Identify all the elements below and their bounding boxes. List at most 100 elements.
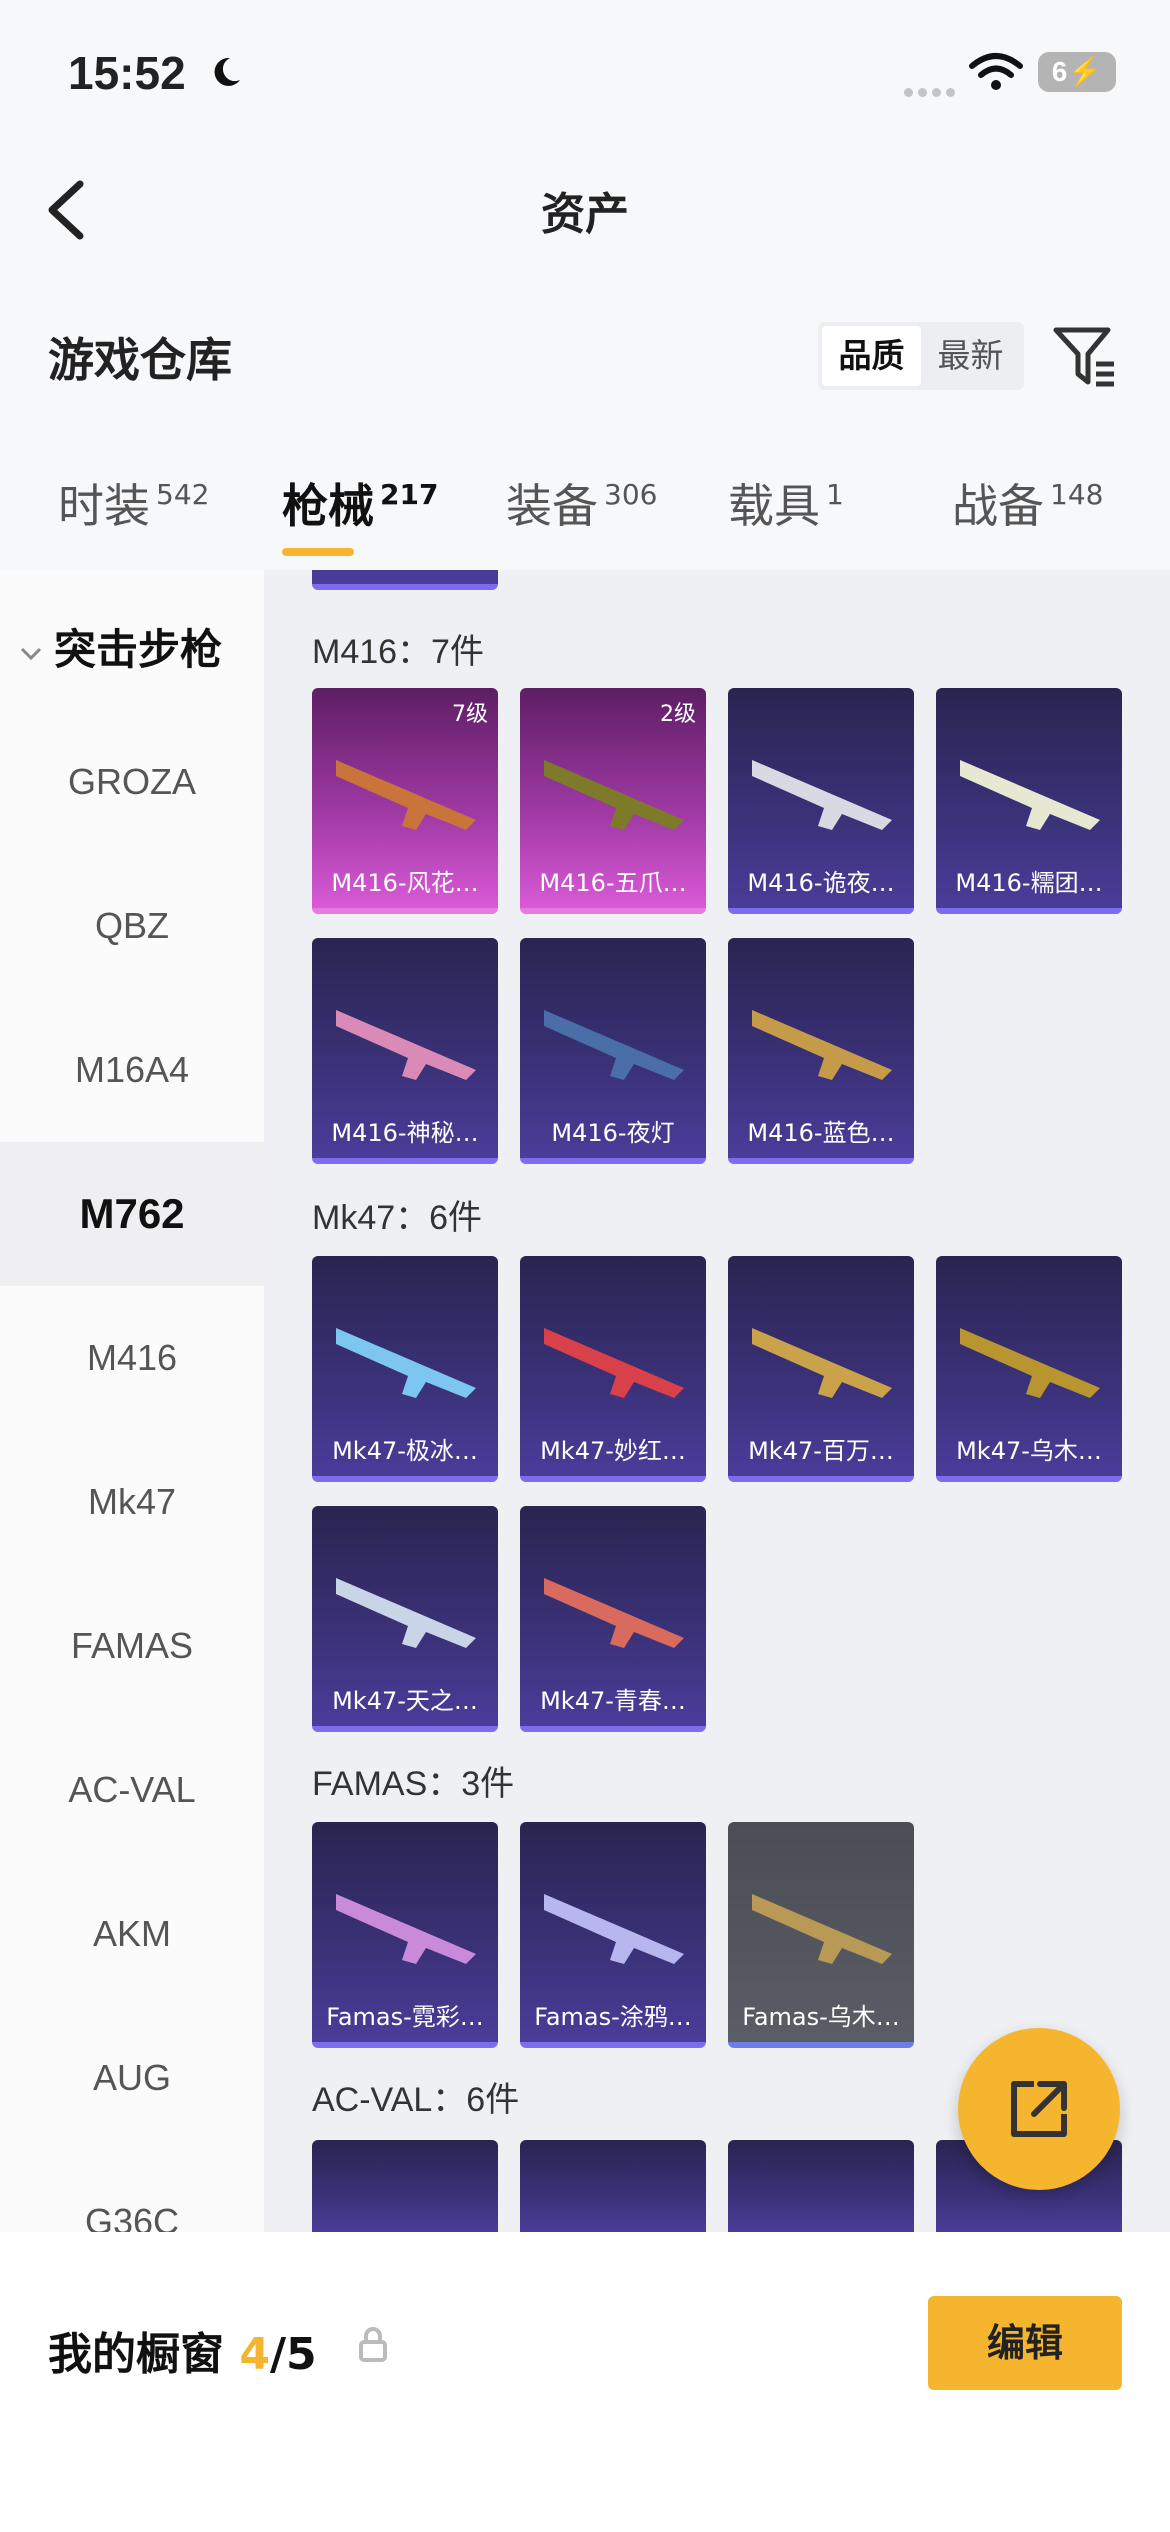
weapon-card[interactable] [520, 2140, 706, 2232]
showcase-bar: 我的橱窗 4/5 编辑 [0, 2232, 1170, 2532]
rifle-icon [336, 1010, 476, 1080]
weapon-card[interactable]: 2级 M416-五爪… [520, 688, 706, 914]
weapon-name: Mk47-极冰… [332, 1437, 478, 1465]
weapon-card[interactable]: M416-夜灯 [520, 938, 706, 1164]
wifi-icon [969, 53, 1023, 90]
tab-firearms[interactable]: 枪械 217 [282, 470, 438, 536]
weapon-card[interactable]: M416-神秘… [312, 938, 498, 1164]
tab-count: 306 [604, 478, 658, 511]
level-badge: 2级 [660, 702, 696, 727]
weapon-type-sidebar: 突击步枪 GROZA QBZ M16A4 M762 M416 Mk47 FAMA… [0, 570, 264, 2232]
weapon-card[interactable]: Mk47-极冰… [312, 1256, 498, 1482]
weapon-card[interactable]: Mk47-青春… [520, 1506, 706, 1732]
filter-icon[interactable] [1052, 324, 1118, 390]
showcase-label: 我的橱窗 4/5 [48, 2318, 317, 2382]
tab-label: 枪械 [282, 479, 374, 533]
active-tab-indicator [282, 548, 354, 556]
rifle-icon [544, 1894, 684, 1964]
sidebar-item-akm[interactable]: AKM [0, 1862, 264, 2006]
status-time: 15:52 [68, 47, 186, 99]
showcase-title: 我的橱窗 [48, 2329, 224, 2380]
warehouse-title: 游戏仓库 [48, 333, 232, 387]
status-bar: 15:52 6⚡ [0, 0, 1170, 140]
sidebar-item-qbz[interactable]: QBZ [0, 854, 264, 998]
weapon-card[interactable]: M416-蓝色… [728, 938, 914, 1164]
weapon-name: Mk47-青春… [540, 1687, 686, 1715]
weapon-name: Mk47-乌木… [956, 1437, 1102, 1465]
rifle-icon [960, 1328, 1100, 1398]
share-button[interactable] [958, 2028, 1120, 2190]
tab-count: 1 [826, 478, 844, 511]
weapon-card[interactable]: 7级 M416-风花… [312, 688, 498, 914]
sidebar-item-aug[interactable]: AUG [0, 2006, 264, 2150]
rifle-icon [336, 1894, 476, 1964]
tab-label: 载具 [728, 479, 820, 533]
sort-toggle: 品质 最新 [818, 322, 1024, 390]
weapon-name: Famas-乌木… [742, 2003, 900, 2031]
weapon-name: M416-蓝色… [747, 1119, 895, 1147]
battery-level: 6 [1051, 56, 1068, 87]
weapon-name: M416-风花… [331, 869, 479, 897]
sidebar-item-m16a4[interactable]: M16A4 [0, 998, 264, 1142]
sidebar-item-g36c[interactable]: G36C [0, 2150, 264, 2232]
weapon-name: Famas-涂鸦… [534, 2003, 692, 2031]
category-label: 突击步枪 [54, 625, 223, 674]
rifle-icon [752, 1328, 892, 1398]
level-badge: 7级 [452, 702, 488, 727]
weapon-name: M416-夜灯 [551, 1119, 675, 1147]
weapon-card[interactable]: Mk47-妙红… [520, 1256, 706, 1482]
category-header[interactable]: 突击步枪 [18, 616, 222, 677]
group-title-mk47: Mk47：6件 [312, 1199, 483, 1237]
weapon-name: Mk47-妙红… [540, 1437, 686, 1465]
rifle-icon [752, 1894, 892, 1964]
showcase-total: /5 [269, 2329, 317, 2380]
weapon-card[interactable]: M416-糯团… [936, 688, 1122, 914]
signal-icon [904, 82, 960, 101]
sidebar-item-groza[interactable]: GROZA [0, 710, 264, 854]
tab-label: 时装 [58, 479, 150, 533]
tab-count: 217 [380, 478, 439, 511]
sidebar-item-famas[interactable]: FAMAS [0, 1574, 264, 1718]
weapon-card[interactable]: Famas-涂鸦… [520, 1822, 706, 2048]
weapon-name: Famas-霓彩… [326, 2003, 484, 2031]
sidebar-item-m416[interactable]: M416 [0, 1286, 264, 1430]
nav-header: 资产 [0, 150, 1170, 260]
showcase-current: 4 [239, 2329, 270, 2380]
sort-latest-button[interactable]: 最新 [921, 326, 1020, 386]
tab-vehicles[interactable]: 载具 1 [728, 470, 844, 536]
weapon-card[interactable] [728, 2140, 914, 2232]
weapon-card[interactable]: M416-诡夜… [728, 688, 914, 914]
weapon-card-partial[interactable] [312, 570, 498, 590]
rifle-icon [336, 1578, 476, 1648]
sidebar-item-mk47[interactable]: Mk47 [0, 1430, 264, 1574]
rifle-icon [544, 1010, 684, 1080]
tab-count: 542 [156, 478, 210, 511]
weapon-name: M416-神秘… [331, 1119, 479, 1147]
rifle-icon [336, 760, 476, 830]
rifle-icon [544, 760, 684, 830]
weapon-card[interactable]: Mk47-天之… [312, 1506, 498, 1732]
weapon-card[interactable]: Famas-乌木… [728, 1822, 914, 2048]
battery-icon: 6⚡ [1038, 52, 1116, 92]
edit-button[interactable]: 编辑 [928, 2296, 1122, 2390]
tab-supplies[interactable]: 战备 148 [952, 470, 1103, 536]
rifle-icon [960, 760, 1100, 830]
sort-quality-button[interactable]: 品质 [822, 326, 921, 386]
weapon-name: M416-糯团… [955, 869, 1103, 897]
group-title-m416: M416：7件 [312, 633, 484, 671]
group-title-famas: FAMAS：3件 [312, 1765, 515, 1803]
sidebar-item-ac-val[interactable]: AC-VAL [0, 1718, 264, 1862]
weapon-card[interactable]: Famas-霓彩… [312, 1822, 498, 2048]
weapon-card[interactable] [312, 2140, 498, 2232]
chevron-down-icon [20, 647, 42, 660]
sidebar-item-m762[interactable]: M762 [0, 1142, 264, 1286]
tab-fashion[interactable]: 时装 542 [58, 470, 209, 536]
weapon-card[interactable]: Mk47-乌木… [936, 1256, 1122, 1482]
rifle-icon [752, 760, 892, 830]
moon-icon [214, 57, 240, 86]
page-title: 资产 [541, 189, 629, 240]
weapon-grid: M416：7件 7级 M416-风花… 2级 M416-五爪… M416-诡夜…… [264, 570, 1170, 2232]
tab-label: 装备 [506, 479, 598, 533]
tab-equipment[interactable]: 装备 306 [506, 470, 657, 536]
weapon-card[interactable]: Mk47-百万… [728, 1256, 914, 1482]
